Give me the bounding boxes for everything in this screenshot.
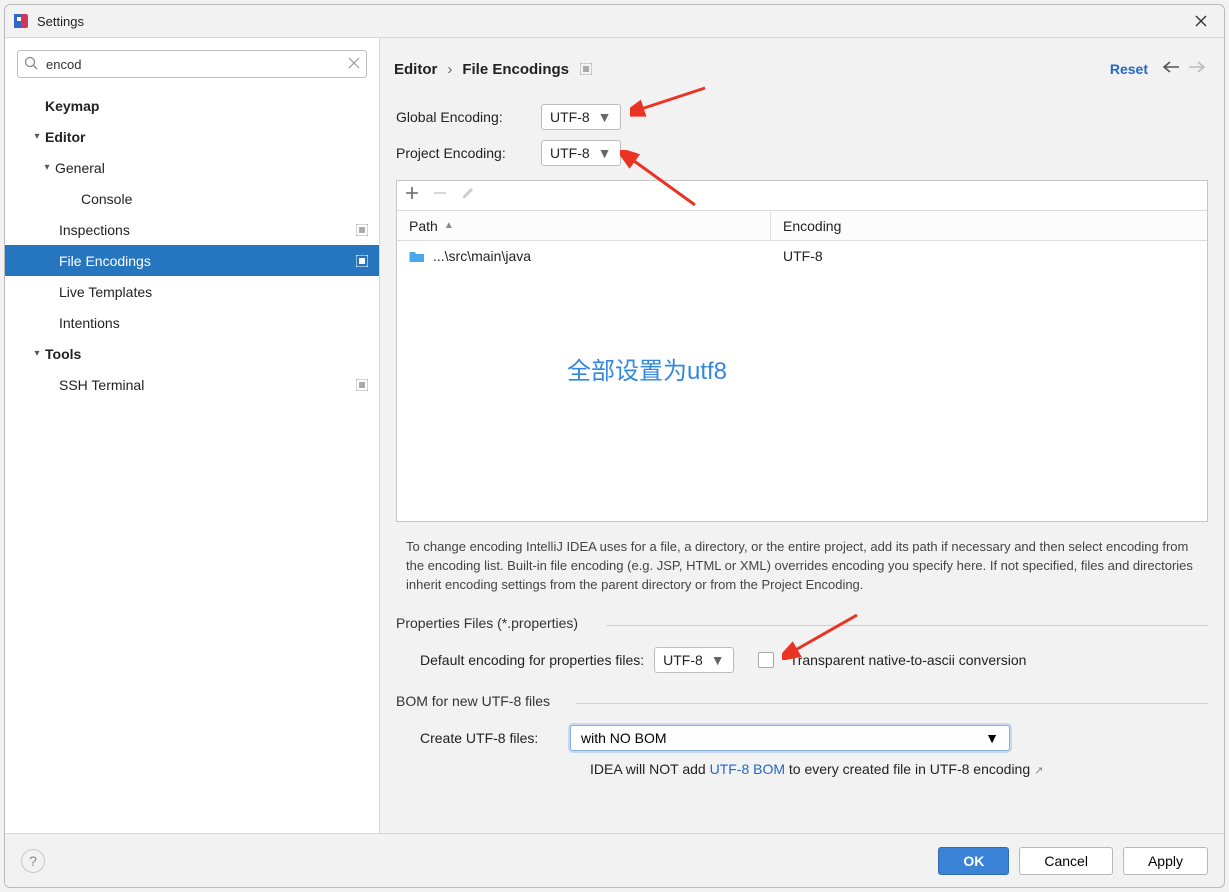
bom-section: BOM for new UTF-8 files Create UTF-8 fil… [380, 693, 1224, 777]
encoding-cell: UTF-8 [771, 248, 835, 264]
section-title-bom: BOM for new UTF-8 files [396, 693, 1208, 713]
project-badge-icon [355, 223, 369, 237]
window-title: Settings [37, 14, 84, 29]
tree-item-editor[interactable]: ▾Editor [5, 121, 379, 152]
settings-dialog: Settings Keymap ▾Editor [4, 4, 1225, 888]
clear-search-icon[interactable] [348, 56, 360, 74]
tree-item-ssh-terminal[interactable]: SSH Terminal [5, 369, 379, 400]
bom-footnote: IDEA will NOT add UTF-8 BOM to every cre… [420, 751, 1208, 777]
create-utf8-combo[interactable]: with NO BOM ▼ [570, 725, 1010, 751]
chevron-down-icon[interactable]: ▾ [29, 131, 45, 142]
default-props-encoding-combo[interactable]: UTF-8 ▼ [654, 647, 734, 673]
project-badge-icon [579, 62, 593, 76]
add-icon[interactable] [405, 186, 419, 205]
settings-tree: Keymap ▾Editor ▾General Console Inspecti… [5, 86, 379, 400]
tree-item-keymap[interactable]: Keymap [5, 90, 379, 121]
chevron-down-icon: ▼ [985, 730, 999, 746]
remove-icon [433, 186, 447, 205]
project-badge-icon [355, 378, 369, 392]
button-bar: ? OK Cancel Apply [5, 833, 1224, 887]
tree-item-intentions[interactable]: Intentions [5, 307, 379, 338]
sidebar: Keymap ▾Editor ▾General Console Inspecti… [5, 38, 380, 833]
main-area: Keymap ▾Editor ▾General Console Inspecti… [5, 37, 1224, 833]
project-badge-icon [355, 254, 369, 268]
ok-button[interactable]: OK [938, 847, 1009, 875]
content-panel: Editor › File Encodings Reset Global Enc… [380, 38, 1224, 833]
encodings-table: Path▲ Encoding ...\src\main\java UTF-8 全… [396, 180, 1208, 522]
breadcrumb-sep: › [447, 61, 452, 78]
transparent-ascii-label[interactable]: Transparent native-to-ascii conversion [790, 652, 1027, 668]
apply-button[interactable]: Apply [1123, 847, 1208, 875]
path-cell: ...\src\main\java [433, 248, 531, 264]
annotation-text: 全部设置为utf8 [567, 351, 727, 386]
project-encoding-label: Project Encoding: [396, 145, 541, 161]
chevron-down-icon: ▼ [711, 652, 725, 668]
help-text: To change encoding IntelliJ IDEA uses fo… [380, 522, 1224, 595]
folder-icon [409, 249, 425, 263]
chevron-down-icon[interactable]: ▾ [29, 348, 45, 359]
section-title-properties: Properties Files (*.properties) [396, 615, 1208, 635]
nav-arrows [1162, 60, 1206, 79]
app-icon [13, 13, 29, 29]
column-encoding[interactable]: Encoding [771, 211, 1207, 240]
tree-item-tools[interactable]: ▾Tools [5, 338, 379, 369]
tree-item-console[interactable]: Console [5, 183, 379, 214]
search-box [17, 50, 367, 78]
transparent-ascii-checkbox[interactable] [758, 652, 774, 668]
table-toolbar [397, 181, 1207, 211]
tree-item-general[interactable]: ▾General [5, 152, 379, 183]
default-props-encoding-value: UTF-8 [663, 652, 703, 668]
edit-icon [461, 186, 475, 205]
titlebar: Settings [5, 5, 1224, 37]
tree-item-inspections[interactable]: Inspections [5, 214, 379, 245]
default-props-encoding-label: Default encoding for properties files: [420, 652, 644, 668]
column-path[interactable]: Path▲ [397, 211, 771, 240]
project-encoding-value: UTF-8 [550, 145, 590, 161]
create-utf8-label: Create UTF-8 files: [420, 730, 560, 746]
tree-item-live-templates[interactable]: Live Templates [5, 276, 379, 307]
global-encoding-combo[interactable]: UTF-8 ▼ [541, 104, 621, 130]
forward-arrow-icon [1188, 60, 1206, 79]
breadcrumb-current: File Encodings [462, 61, 569, 78]
back-arrow-icon[interactable] [1162, 60, 1180, 79]
table-row[interactable]: ...\src\main\java UTF-8 [397, 241, 1207, 271]
breadcrumb: Editor › File Encodings [394, 61, 593, 78]
chevron-down-icon: ▼ [598, 145, 612, 161]
sort-asc-icon: ▲ [444, 220, 454, 231]
chevron-down-icon[interactable]: ▾ [39, 162, 55, 173]
reset-link[interactable]: Reset [1110, 61, 1148, 77]
search-icon [24, 56, 38, 75]
tree-item-file-encodings[interactable]: File Encodings [5, 245, 379, 276]
close-button[interactable] [1186, 9, 1216, 33]
table-body: ...\src\main\java UTF-8 全部设置为utf8 [397, 241, 1207, 521]
table-header: Path▲ Encoding [397, 211, 1207, 241]
project-encoding-combo[interactable]: UTF-8 ▼ [541, 140, 621, 166]
chevron-down-icon: ▼ [598, 109, 612, 125]
properties-section: Properties Files (*.properties) Default … [380, 615, 1224, 673]
create-utf8-value: with NO BOM [581, 730, 667, 746]
global-encoding-label: Global Encoding: [396, 109, 541, 125]
cancel-button[interactable]: Cancel [1019, 847, 1113, 875]
global-encoding-value: UTF-8 [550, 109, 590, 125]
external-link-icon: ↗ [1034, 765, 1043, 777]
content-header: Editor › File Encodings Reset [380, 38, 1224, 86]
encoding-form: Global Encoding: UTF-8 ▼ Project Encodin… [380, 86, 1224, 176]
breadcrumb-editor[interactable]: Editor [394, 61, 437, 78]
utf8-bom-link[interactable]: UTF-8 BOM [710, 761, 785, 777]
search-input[interactable] [17, 50, 367, 78]
help-button[interactable]: ? [21, 849, 45, 873]
